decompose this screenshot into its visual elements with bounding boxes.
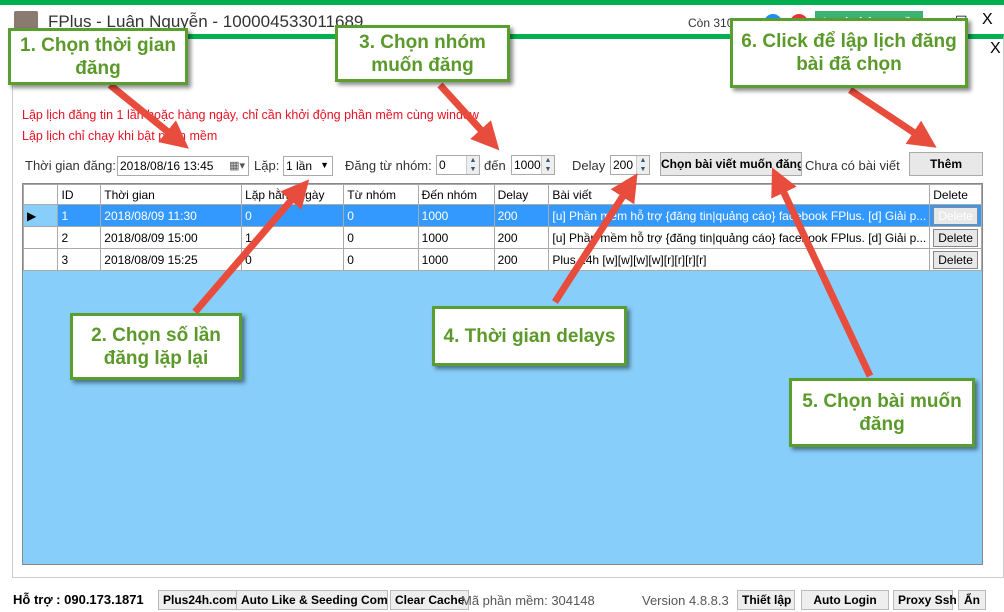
plus24h-button[interactable]: Plus24h.com (158, 590, 243, 610)
cell-repeat[interactable]: 0 (241, 204, 345, 227)
cell-delay[interactable]: 200 (493, 204, 550, 227)
column-header[interactable]: ID (57, 184, 102, 205)
time-value: 2018/08/16 13:45 (120, 159, 214, 173)
cell-delete: Delete (929, 248, 982, 271)
stepper-arrows-icon[interactable]: ▲ ▼ (466, 156, 479, 174)
footer-bar: Hỗ trợ : 090.173.1871 Plus24h.com Auto L… (0, 588, 1004, 612)
delay-stepper[interactable]: 200 ▲ ▼ (610, 155, 650, 175)
cell-to[interactable]: 1000 (417, 226, 495, 249)
to-label: đến (484, 158, 506, 173)
repeat-value: 1 lần (286, 159, 313, 173)
auto-login-button[interactable]: Auto Login (801, 590, 889, 610)
row-header[interactable] (22, 226, 59, 249)
choose-post-button[interactable]: Chọn bài viết muốn đăng (660, 152, 802, 176)
auto-like-seeding-button[interactable]: Auto Like & Seeding Com... (236, 590, 388, 610)
row-header-corner (22, 184, 59, 205)
cell-post[interactable]: [u] Phần mềm hỗ trợ {đăng tin|quảng cáo}… (548, 204, 931, 227)
note-line: Lập lịch chỉ chạy khi bật phần mềm (22, 129, 218, 143)
stepper-arrows-icon[interactable]: ▲ ▼ (636, 156, 649, 174)
callout-6: 6. Click để lập lịch đăng bài đã chọn (730, 18, 968, 88)
cell-id[interactable]: 2 (57, 226, 102, 249)
software-code: Mã phần mềm: 304148 (461, 593, 595, 608)
cell-delete: Delete (929, 226, 982, 249)
table-row[interactable]: 3 2018/08/09 15:25 0 0 1000 200 Plus 24h [w][w… (22, 248, 982, 271)
close-button[interactable]: X (982, 11, 993, 29)
column-header[interactable]: Thời gian (100, 184, 243, 205)
clear-cache-button[interactable]: Clear Cache (390, 590, 470, 610)
cell-time[interactable]: 2018/08/09 15:25 (100, 248, 243, 271)
settings-button[interactable]: Thiết lập (737, 590, 795, 610)
note-line: Lập lịch đăng tin 1 lần hoặc hàng ngày, … (22, 108, 479, 122)
cell-repeat[interactable]: 1 (241, 226, 345, 249)
schedule-table: ID Thời gian Lặp hằng ngày Từ nhóm Đến n… (22, 184, 982, 271)
cell-post[interactable]: Plus 24h [w][w][w][w][r][r][r][r] (548, 248, 931, 271)
cell-from[interactable]: 0 (343, 204, 419, 227)
add-button[interactable]: Thêm (909, 152, 983, 176)
dialog-close-button[interactable]: X (990, 40, 1001, 58)
column-header[interactable]: Đến nhóm (417, 184, 495, 205)
proxy-ssh-button[interactable]: Proxy Ssh (893, 590, 957, 610)
from-group-value: 0 (439, 158, 446, 172)
callout-3: 3. Chọn nhóm muốn đăng (335, 25, 510, 82)
cell-to[interactable]: 1000 (417, 204, 495, 227)
cell-from[interactable]: 0 (343, 226, 419, 249)
cell-delete: Delete (929, 204, 982, 227)
delete-button[interactable]: Delete (933, 228, 978, 247)
from-group-label: Đăng từ nhóm: (345, 158, 432, 173)
cell-delay[interactable]: 200 (493, 248, 550, 271)
post-status: Chưa có bài viết (805, 158, 900, 173)
current-row-icon: ▶ (27, 208, 37, 223)
to-group-value: 1000 (514, 158, 541, 172)
delete-button[interactable]: Delete (933, 206, 978, 225)
column-header[interactable]: Bài viết (548, 184, 931, 205)
row-header[interactable] (22, 248, 59, 271)
column-header[interactable]: Lặp hằng ngày (241, 184, 345, 205)
repeat-label: Lặp: (254, 158, 280, 173)
callout-1: 1. Chọn thời gian đăng (8, 28, 188, 85)
callout-2: 2. Chọn số lần đăng lặp lại (70, 313, 242, 380)
delay-value: 200 (613, 158, 634, 172)
header-row: ID Thời gian Lặp hằng ngày Từ nhóm Đến n… (22, 184, 982, 205)
column-header[interactable]: Delete (929, 184, 982, 205)
cell-time[interactable]: 2018/08/09 15:00 (100, 226, 243, 249)
cell-post[interactable]: [u] Phần mềm hỗ trợ {đăng tin|quảng cáo}… (548, 226, 931, 249)
from-group-stepper[interactable]: 0 ▲ ▼ (436, 155, 480, 175)
repeat-select[interactable]: 1 lần ▼ (283, 156, 333, 176)
cell-id[interactable]: 1 (57, 204, 102, 227)
support-phone: Hỗ trợ : 090.173.1871 (13, 592, 144, 607)
table-row[interactable]: 2 2018/08/09 15:00 1 0 1000 200 [u] Phần mềm h… (22, 226, 982, 249)
row-header[interactable]: ▶ (22, 204, 59, 227)
table-row[interactable]: ▶ 1 2018/08/09 11:30 0 0 1000 200 [u] Phần mềm … (22, 204, 982, 227)
column-header[interactable]: Delay (493, 184, 550, 205)
calendar-icon[interactable]: ▦▾ (229, 159, 245, 172)
delete-button[interactable]: Delete (933, 250, 978, 269)
column-header[interactable]: Từ nhóm (343, 184, 419, 205)
hide-button[interactable]: Ẩn (958, 590, 986, 610)
version-label: Version 4.8.8.3 (642, 593, 729, 608)
callout-4: 4. Thời gian delays (432, 306, 627, 366)
stepper-arrows-icon[interactable]: ▲ ▼ (541, 156, 554, 174)
cell-from[interactable]: 0 (343, 248, 419, 271)
delay-label: Delay (572, 158, 606, 173)
cell-to[interactable]: 1000 (417, 248, 495, 271)
callout-5: 5. Chọn bài muốn đăng (789, 378, 975, 447)
chevron-down-icon: ▼ (320, 160, 329, 170)
cell-repeat[interactable]: 0 (241, 248, 345, 271)
to-group-stepper[interactable]: 1000 ▲ ▼ (511, 155, 555, 175)
cell-id[interactable]: 3 (57, 248, 102, 271)
cell-delay[interactable]: 200 (493, 226, 550, 249)
time-picker[interactable]: 2018/08/16 13:45 ▦▾ (117, 156, 249, 176)
time-label: Thời gian đăng: (25, 158, 116, 173)
cell-time[interactable]: 2018/08/09 11:30 (100, 204, 243, 227)
